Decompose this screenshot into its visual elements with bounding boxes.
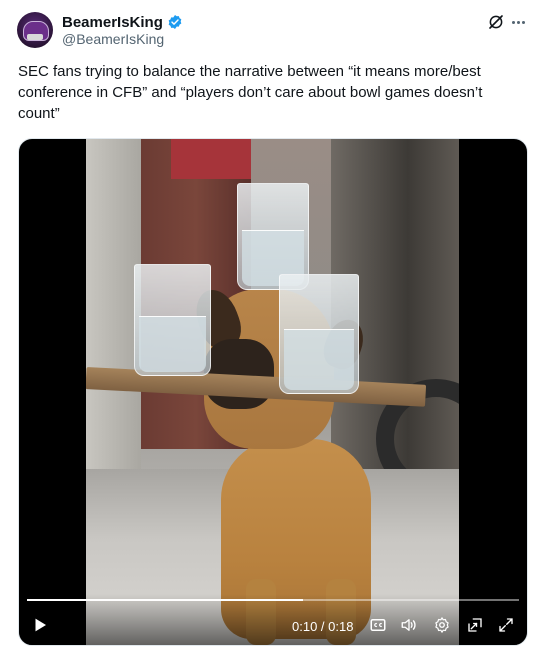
settings-icon[interactable]	[433, 616, 451, 634]
video-time: 0:10 / 0:18	[292, 619, 354, 634]
play-icon[interactable]	[31, 616, 49, 634]
grok-icon[interactable]	[487, 13, 505, 31]
author-display-name[interactable]: BeamerIsKing	[62, 14, 163, 31]
author-name-row: BeamerIsKing	[62, 12, 183, 32]
captions-icon[interactable]	[369, 616, 387, 634]
more-dot	[521, 20, 525, 24]
pip-icon[interactable]	[466, 616, 484, 634]
water-cup	[279, 274, 359, 394]
progress-bar[interactable]	[27, 599, 519, 601]
cup-water	[284, 329, 354, 390]
video-controls: 0:10 / 0:18	[19, 594, 527, 645]
more-dot	[516, 20, 520, 24]
avatar[interactable]	[17, 12, 53, 48]
cup-water	[139, 316, 206, 372]
water-cup	[134, 264, 211, 376]
video-frame[interactable]	[86, 139, 459, 645]
scene-red-panel	[171, 139, 251, 179]
volume-icon[interactable]	[400, 616, 418, 634]
progress-fill	[27, 599, 303, 601]
more-dot	[511, 20, 515, 24]
video-player[interactable]: 0:10 / 0:18	[18, 138, 528, 646]
tweet: BeamerIsKing @BeamerIsKing SEC fans tryi…	[0, 0, 542, 658]
verified-badge-icon	[168, 15, 182, 29]
fullscreen-icon[interactable]	[497, 616, 515, 634]
author-handle[interactable]: @BeamerIsKing	[62, 31, 164, 47]
more-icon[interactable]	[508, 14, 528, 30]
tweet-text: SEC fans trying to balance the narrative…	[18, 63, 487, 122]
helmet-stripe	[27, 34, 43, 40]
